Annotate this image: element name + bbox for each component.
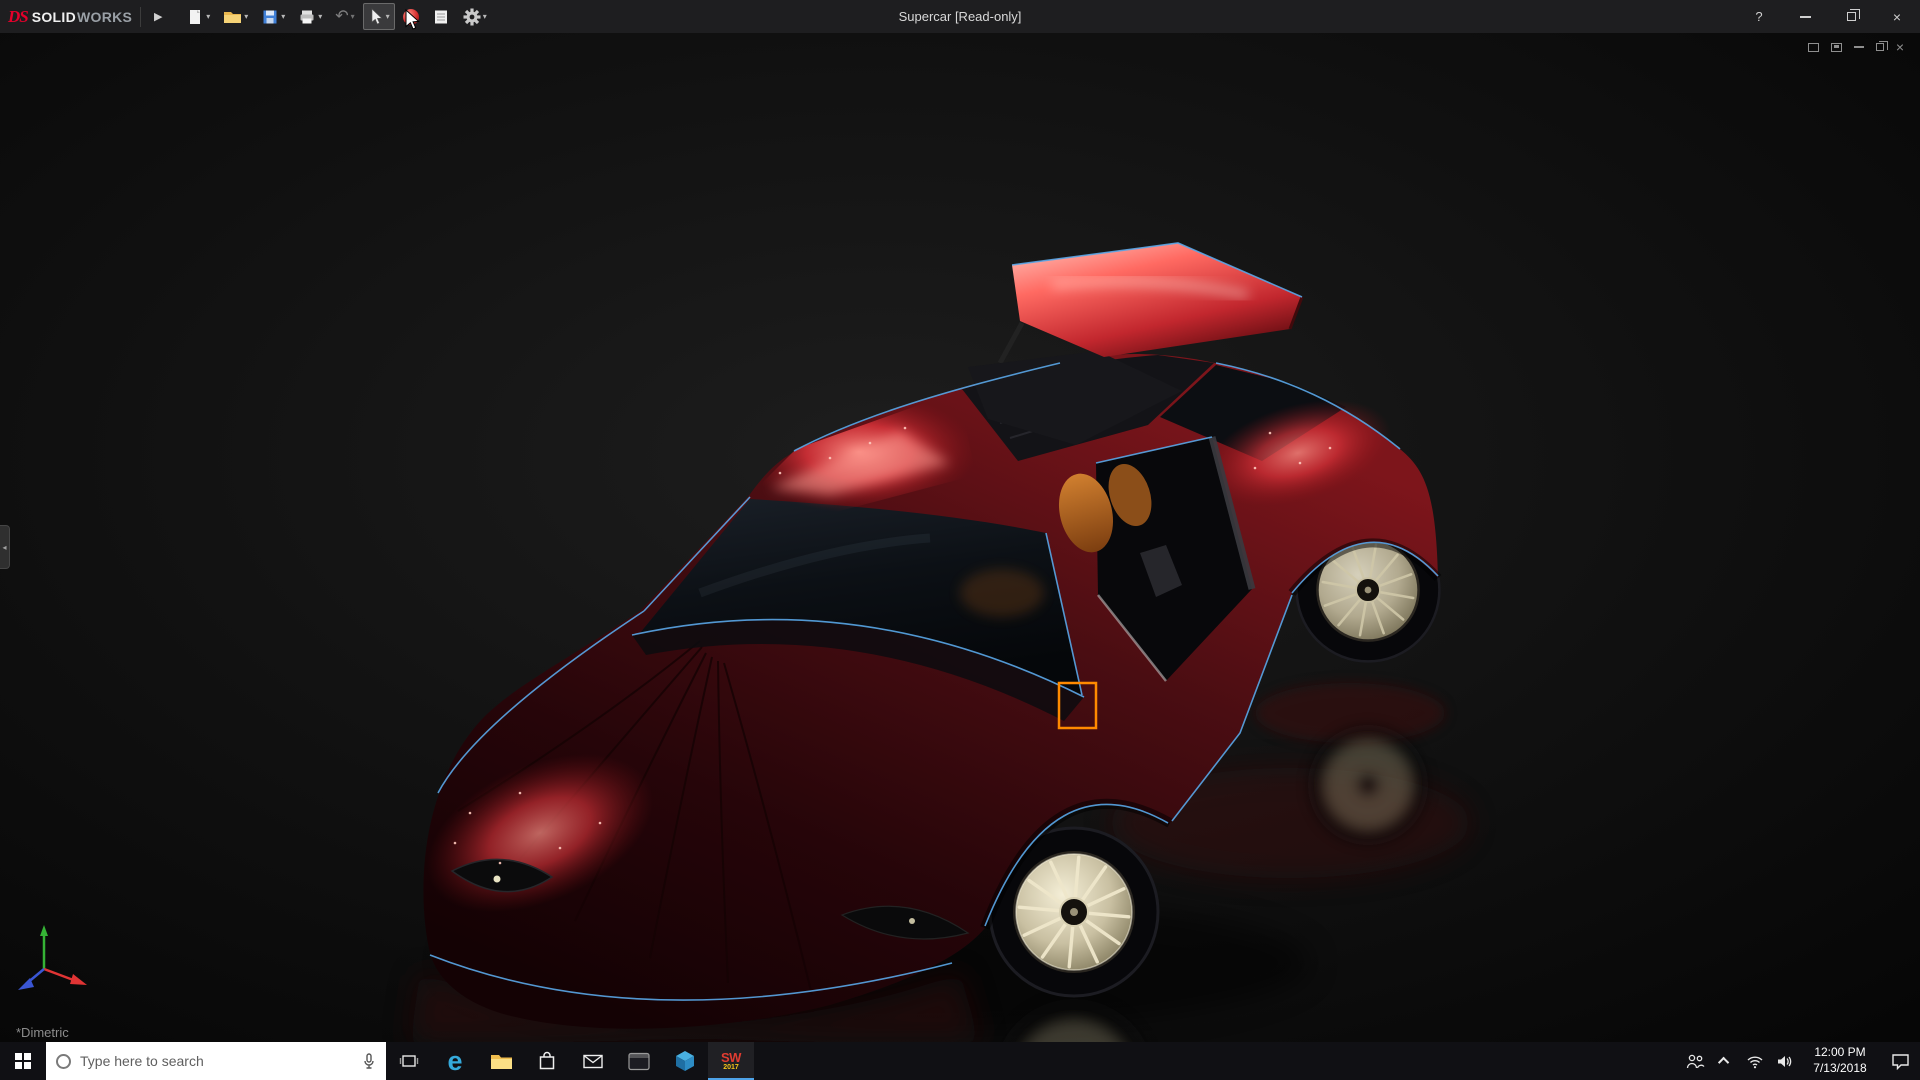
clock-date: 7/13/2018 <box>1813 1061 1866 1077</box>
brand-solid-text: SOLID <box>32 9 76 25</box>
help-button[interactable]: ? <box>1736 0 1782 33</box>
menu-flyout-arrow-icon[interactable]: ▶ <box>149 10 167 23</box>
window-icon-b[interactable] <box>1831 43 1842 52</box>
task-view-icon <box>399 1053 419 1069</box>
task-view-button[interactable] <box>386 1042 432 1080</box>
select-cursor-icon <box>368 8 384 26</box>
minimize-button[interactable] <box>1782 0 1828 33</box>
undo-button[interactable]: ↶ ▾ <box>330 3 359 30</box>
chevron-down-icon[interactable]: ▾ <box>483 13 487 21</box>
store-bag-icon <box>538 1051 556 1071</box>
brand-works-text: WORKS <box>77 9 132 25</box>
windows-logo-icon <box>15 1053 31 1069</box>
restore-button[interactable] <box>1828 0 1874 33</box>
headlight-right-bulb <box>909 918 915 924</box>
microphone-icon[interactable] <box>362 1052 376 1070</box>
dark-window-app-icon <box>628 1052 650 1071</box>
screen: DS SOLID WORKS ▶ ▾ ▾ <box>0 0 1920 1080</box>
chevron-up-icon <box>1718 1057 1729 1068</box>
select-button[interactable]: ▾ <box>363 3 395 30</box>
cortana-icon <box>56 1054 71 1069</box>
appearance-sphere-icon <box>403 9 419 25</box>
print-icon <box>298 8 316 26</box>
clock-time: 12:00 PM <box>1814 1045 1865 1061</box>
graphics-viewport[interactable]: × ◂ *Dimetric <box>0 33 1920 1042</box>
console-app-button[interactable] <box>616 1042 662 1080</box>
chevron-down-icon[interactable]: ▾ <box>244 13 248 21</box>
headlight-left-bulb <box>494 876 501 883</box>
sheet-icon <box>432 8 450 26</box>
rear-wheel-reflection <box>1308 725 1428 845</box>
child-minimize-icon[interactable] <box>1854 46 1864 48</box>
solidworks-app-button[interactable]: SW 2017 <box>708 1042 754 1080</box>
network-button[interactable] <box>1740 1042 1770 1080</box>
cube-app-icon <box>675 1050 695 1072</box>
volume-icon <box>1776 1054 1794 1069</box>
window-icon-a[interactable] <box>1808 43 1819 52</box>
mail-envelope-icon <box>583 1054 603 1069</box>
view-orientation-label: *Dimetric <box>16 1025 69 1040</box>
tray-overflow-button[interactable] <box>1710 1042 1740 1080</box>
action-center-button[interactable] <box>1880 1042 1920 1080</box>
window-controls: ? × <box>1736 0 1920 33</box>
open-button[interactable]: ▾ <box>218 3 253 30</box>
chevron-down-icon[interactable]: ▾ <box>386 13 390 21</box>
options-button[interactable]: ▾ <box>458 3 492 30</box>
new-document-icon <box>186 8 204 26</box>
restore-icon <box>1847 12 1856 21</box>
save-floppy-icon <box>261 8 279 26</box>
new-document-button[interactable]: ▾ <box>181 3 215 30</box>
seat-through-glass <box>960 569 1044 617</box>
chevron-down-icon[interactable]: ▾ <box>351 13 355 21</box>
titlebar: DS SOLID WORKS ▶ ▾ ▾ <box>0 0 1920 33</box>
solidworks-logo: DS SOLID WORKS <box>8 7 132 27</box>
sw-app-year: 2017 <box>723 1064 739 1071</box>
taskbar-search[interactable] <box>46 1042 386 1080</box>
print-button[interactable]: ▾ <box>293 3 327 30</box>
open-folder-icon <box>223 8 242 26</box>
system-tray: 12:00 PM 7/13/2018 <box>1680 1042 1920 1080</box>
child-restore-icon[interactable] <box>1876 43 1884 51</box>
sw-app-label: SW <box>721 1051 741 1064</box>
start-button[interactable] <box>0 1042 46 1080</box>
3d-viewer-app-button[interactable] <box>662 1042 708 1080</box>
search-input[interactable] <box>80 1053 353 1069</box>
taskbar-clock[interactable]: 12:00 PM 7/13/2018 <box>1800 1042 1880 1080</box>
file-explorer-button[interactable] <box>478 1042 524 1080</box>
divider <box>140 7 141 27</box>
feature-panel-collapse-tab[interactable]: ◂ <box>0 525 10 569</box>
solidworks-app-icon: SW 2017 <box>721 1051 741 1071</box>
save-button[interactable]: ▾ <box>256 3 290 30</box>
wifi-icon <box>1746 1054 1764 1069</box>
edge-icon: e <box>447 1048 462 1075</box>
sheet-button[interactable] <box>427 3 455 30</box>
gear-icon <box>463 8 481 26</box>
chevron-down-icon[interactable]: ▾ <box>318 13 322 21</box>
undo-icon: ↶ <box>335 9 348 25</box>
mail-app-button[interactable] <box>570 1042 616 1080</box>
chevron-down-icon[interactable]: ▾ <box>206 13 210 21</box>
quick-access-toolbar: ▾ ▾ ▾ <box>181 3 492 30</box>
minimize-icon <box>1800 16 1811 18</box>
child-close-icon[interactable]: × <box>1896 40 1904 54</box>
action-center-icon <box>1891 1053 1910 1070</box>
child-window-controls: × <box>1808 40 1904 54</box>
dassault-ds-icon: DS <box>8 7 28 27</box>
people-icon <box>1686 1054 1705 1069</box>
store-app-button[interactable] <box>524 1042 570 1080</box>
edge-app-button[interactable]: e <box>432 1042 478 1080</box>
file-explorer-icon <box>490 1052 513 1071</box>
window-title: Supercar [Read-only] <box>899 9 1022 24</box>
volume-button[interactable] <box>1770 1042 1800 1080</box>
3d-scene[interactable] <box>0 33 1920 1042</box>
appearance-button[interactable] <box>398 3 424 30</box>
people-button[interactable] <box>1680 1042 1710 1080</box>
chevron-down-icon[interactable]: ▾ <box>281 13 285 21</box>
close-button[interactable]: × <box>1874 0 1920 33</box>
taskbar: e <box>0 1042 1920 1080</box>
